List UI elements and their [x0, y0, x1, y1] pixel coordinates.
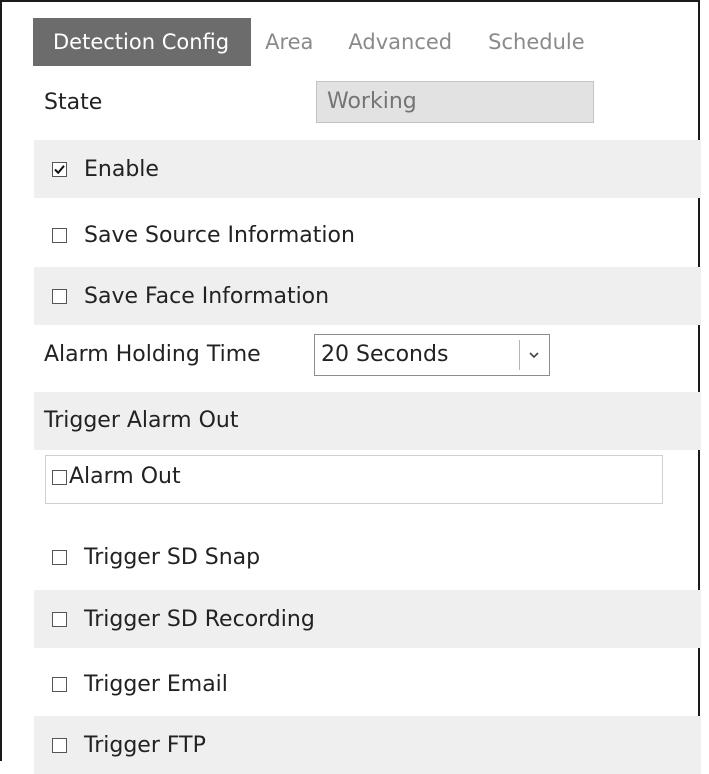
state-field: Working	[316, 81, 594, 123]
trigger-sd-snap-label: Trigger SD Snap	[84, 544, 261, 570]
alarm-out-list: Alarm Out	[45, 455, 663, 504]
alarm-holding-value: 20 Seconds	[321, 342, 449, 367]
alarm-holding-label: Alarm Holding Time	[44, 342, 261, 367]
trigger-alarm-out-row: Trigger Alarm Out	[34, 392, 701, 450]
chevron-down-icon[interactable]	[519, 340, 548, 370]
tab-advanced[interactable]: Advanced	[348, 18, 452, 66]
trigger-sd-recording-row: Trigger SD Recording	[34, 590, 701, 648]
enable-label: Enable	[84, 156, 159, 182]
alarm-holding-row: Alarm Holding Time 20 Seconds	[34, 326, 701, 384]
save-source-row: Save Source Information	[34, 206, 701, 264]
save-face-label: Save Face Information	[84, 283, 330, 309]
trigger-ftp-label: Trigger FTP	[84, 732, 206, 758]
tab-area[interactable]: Area	[265, 18, 313, 66]
enable-checkbox[interactable]	[52, 161, 67, 177]
save-face-row: Save Face Information	[34, 267, 701, 325]
save-face-checkbox[interactable]	[52, 288, 67, 304]
tab-schedule[interactable]: Schedule	[488, 18, 585, 66]
trigger-ftp-row: Trigger FTP	[34, 716, 701, 774]
state-label: State	[44, 90, 103, 115]
trigger-sd-snap-checkbox[interactable]	[52, 549, 67, 565]
trigger-alarm-out-label: Trigger Alarm Out	[44, 408, 239, 433]
trigger-email-row: Trigger Email	[34, 655, 701, 713]
trigger-email-checkbox[interactable]	[52, 676, 67, 692]
trigger-sd-recording-label: Trigger SD Recording	[84, 606, 315, 632]
trigger-sd-recording-checkbox[interactable]	[52, 611, 67, 627]
save-source-checkbox[interactable]	[52, 227, 67, 243]
tab-detection-config[interactable]: Detection Config	[33, 18, 252, 66]
alarm-out-label: Alarm Out	[69, 464, 181, 489]
trigger-email-label: Trigger Email	[84, 671, 228, 697]
alarm-holding-select[interactable]: 20 Seconds	[314, 334, 550, 376]
state-row: State Working	[34, 74, 701, 132]
trigger-ftp-checkbox[interactable]	[52, 737, 67, 753]
alarm-out-checkbox[interactable]	[52, 470, 67, 485]
enable-row: Enable	[34, 140, 701, 198]
checkmark-icon	[54, 164, 65, 174]
save-source-label: Save Source Information	[84, 222, 355, 248]
trigger-sd-snap-row: Trigger SD Snap	[34, 528, 701, 586]
tab-bar: Detection Config Area Advanced Schedule	[33, 18, 585, 66]
